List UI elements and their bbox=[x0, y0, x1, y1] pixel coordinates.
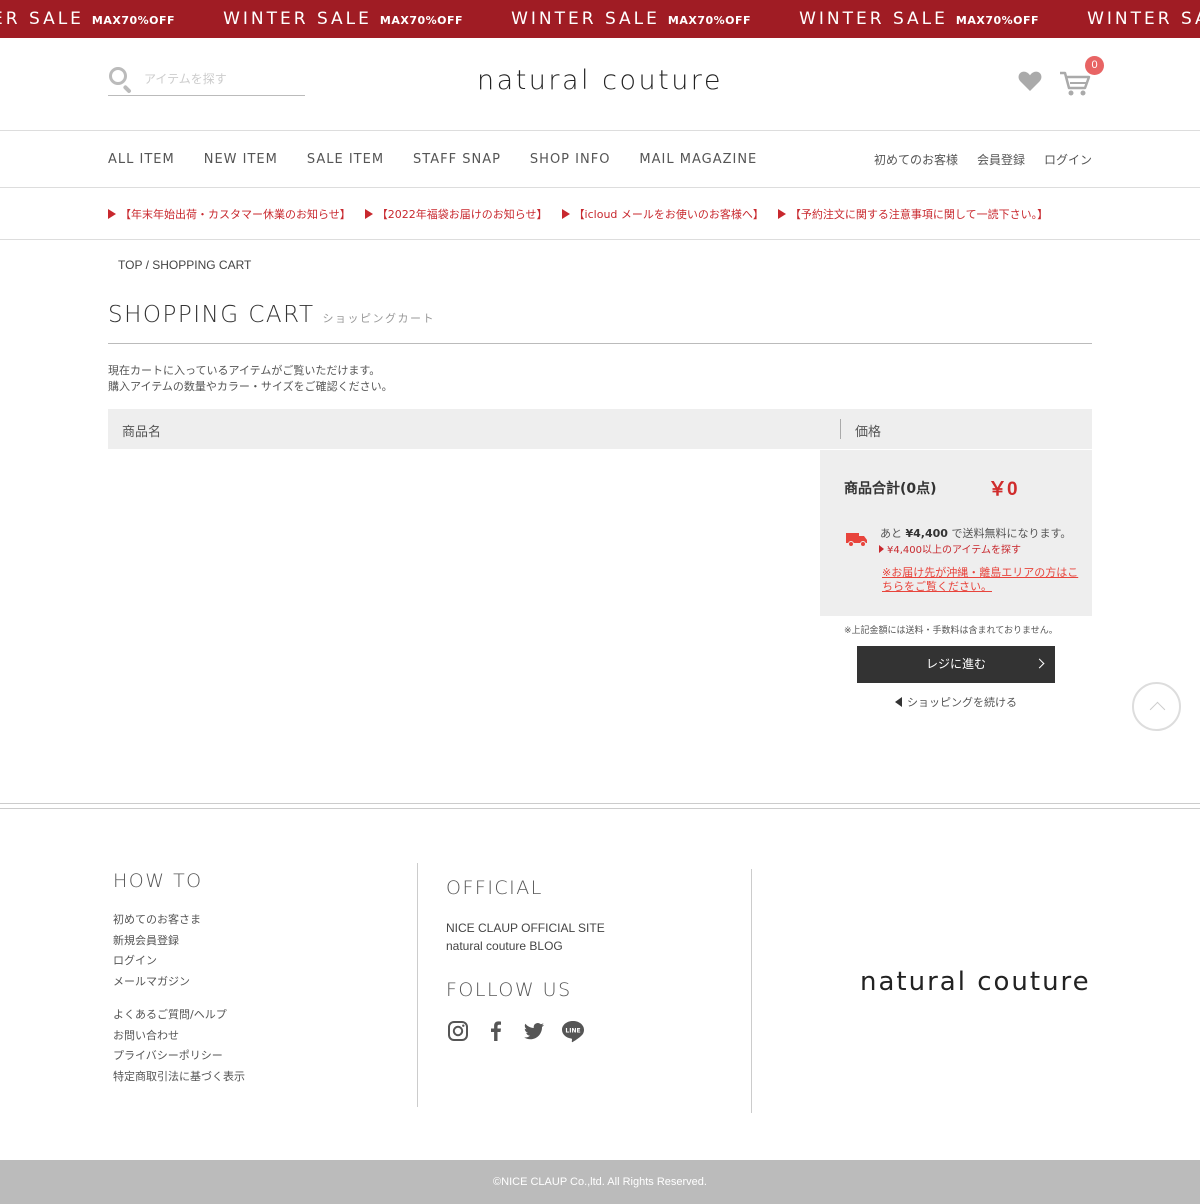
nav-shop-info[interactable]: SHOP INFO bbox=[530, 152, 611, 167]
footer-link-legal[interactable]: 特定商取引法に基づく表示 bbox=[113, 1067, 245, 1088]
footer-link-privacy[interactable]: プライバシーポリシー bbox=[113, 1046, 245, 1067]
nav-login[interactable]: ログイン bbox=[1044, 151, 1092, 168]
column-price: 価格 bbox=[855, 425, 882, 440]
total-label: 商品合計(0点) bbox=[844, 481, 937, 497]
triangle-right-icon bbox=[108, 209, 116, 219]
banner-item: ER SALE MAX70%OFF bbox=[0, 9, 176, 29]
notice-link[interactable]: 【予約注文に関する注意事項に関して一読下さい。】 bbox=[777, 206, 1048, 222]
chevron-up-icon bbox=[1149, 701, 1166, 718]
triangle-left-icon bbox=[895, 697, 902, 707]
copyright: ©NICE CLAUP Co.,ltd. All Rights Reserved… bbox=[0, 1160, 1200, 1204]
column-divider bbox=[840, 419, 841, 439]
footer-link-blog[interactable]: natural couture BLOG bbox=[446, 937, 605, 955]
free-shipping-items-link[interactable]: ¥4,400以上のアイテムを探す bbox=[879, 541, 1021, 556]
line-icon[interactable]: LINE bbox=[560, 1019, 584, 1043]
footer-link-contact[interactable]: お問い合わせ bbox=[113, 1026, 245, 1047]
footer-link-login[interactable]: ログイン bbox=[113, 951, 245, 972]
cart-icon[interactable] bbox=[1059, 68, 1091, 98]
heart-icon[interactable] bbox=[1017, 68, 1043, 94]
nav-staff-snap[interactable]: STAFF SNAP bbox=[413, 152, 501, 167]
banner-item: WINTER SALE MAX70%OFF bbox=[511, 9, 752, 29]
banner-item: WINTER SALEMA bbox=[1087, 9, 1200, 29]
page-subtitle: ショッピングカート bbox=[322, 312, 436, 325]
twitter-icon[interactable] bbox=[522, 1019, 546, 1043]
footer-official-heading: OFFICIAL bbox=[446, 877, 543, 899]
nav-sale-item[interactable]: SALE ITEM bbox=[307, 152, 384, 167]
footer-column-divider bbox=[751, 869, 752, 1113]
cart-count-badge: 0 bbox=[1085, 56, 1104, 75]
nav-mail-magazine[interactable]: MAIL MAGAZINE bbox=[639, 152, 757, 167]
svg-text:LINE: LINE bbox=[565, 1028, 580, 1035]
triangle-right-icon bbox=[561, 209, 570, 219]
footer-follow-heading: FOLLOW US bbox=[446, 979, 572, 1001]
footer-link-first-time[interactable]: 初めてのお客さま bbox=[113, 910, 245, 931]
banner-item: WINTER SALE MAX70%OFF bbox=[799, 9, 1040, 29]
main-nav: ALL ITEM NEW ITEM SALE ITEM STAFF SNAP S… bbox=[0, 131, 1200, 188]
footer-link-official-site[interactable]: NICE CLAUP OFFICIAL SITE bbox=[446, 919, 605, 937]
continue-shopping-link[interactable]: ショッピングを続ける bbox=[895, 694, 1017, 710]
footer-divider bbox=[0, 803, 1200, 809]
nav-first-time[interactable]: 初めてのお客様 bbox=[874, 151, 958, 168]
chevron-right-icon bbox=[1034, 658, 1045, 669]
page-title-block: SHOPPING CART ショッピングカート bbox=[108, 302, 1092, 344]
total-value: ￥0 bbox=[988, 479, 1018, 500]
footer-link-faq[interactable]: よくあるご質問/ヘルプ bbox=[113, 1005, 245, 1026]
sale-banner[interactable]: ER SALE MAX70%OFF WINTER SALE MAX70%OFF WI… bbox=[0, 0, 1200, 38]
cart-table-header: 商品名 価格 bbox=[108, 409, 1092, 449]
footer-link-register[interactable]: 新規会員登録 bbox=[113, 931, 245, 952]
notice-bar: 【年末年始出荷・カスタマー休業のお知らせ】 【2022年福袋お届けのお知らせ】 … bbox=[0, 188, 1200, 240]
okinawa-notice-link[interactable]: ※お届け先が沖縄・離島エリアの方はこちらをご覧ください。 bbox=[882, 566, 1082, 594]
checkout-button[interactable]: レジに進む bbox=[857, 646, 1055, 683]
breadcrumb[interactable]: TOP / SHOPPING CART bbox=[118, 258, 251, 272]
notice-link[interactable]: 【2022年福袋お届けのお知らせ】 bbox=[364, 206, 548, 222]
triangle-right-icon bbox=[364, 209, 373, 219]
footer-link-mail-magazine[interactable]: メールマガジン bbox=[113, 972, 245, 993]
footer-howto: HOW TO 初めてのお客さま 新規会員登録 ログイン メールマガジン よくある… bbox=[113, 870, 245, 1087]
triangle-right-icon bbox=[777, 209, 786, 219]
free-shipping-message: あと ¥4,400 で送料無料になります。 bbox=[880, 527, 1072, 540]
cart-summary: 商品合計(0点) ￥0 あと ¥4,400 で送料無料になります。 ¥4,400… bbox=[820, 450, 1092, 616]
banner-item: WINTER SALE MAX70%OFF bbox=[223, 9, 464, 29]
footer-logo[interactable]: natural couture bbox=[860, 967, 1091, 997]
tax-note: ※上記金額には送料・手数料は含まれておりません。 bbox=[844, 626, 1058, 636]
intro-text: 現在カートに入っているアイテムがご覧いただけます。 購入アイテムの数量やカラー・… bbox=[108, 364, 393, 393]
footer-official: OFFICIAL NICE CLAUP OFFICIAL SITE natura… bbox=[446, 877, 605, 1043]
instagram-icon[interactable] bbox=[446, 1019, 470, 1043]
truck-icon bbox=[846, 533, 867, 547]
footer-howto-heading: HOW TO bbox=[113, 870, 203, 892]
scroll-to-top-button[interactable] bbox=[1132, 682, 1181, 731]
triangle-right-icon bbox=[879, 544, 884, 553]
site-header: natural couture 0 bbox=[0, 38, 1200, 131]
column-product-name: 商品名 bbox=[122, 425, 162, 440]
nav-register[interactable]: 会員登録 bbox=[977, 151, 1025, 168]
social-links: LINE bbox=[446, 1019, 605, 1043]
footer-column-divider bbox=[417, 863, 418, 1107]
page-title: SHOPPING CART bbox=[108, 302, 315, 328]
notice-link[interactable]: 【年末年始出荷・カスタマー休業のお知らせ】 bbox=[108, 206, 351, 222]
nav-all-item[interactable]: ALL ITEM bbox=[108, 152, 175, 167]
facebook-icon[interactable] bbox=[484, 1019, 508, 1043]
nav-new-item[interactable]: NEW ITEM bbox=[204, 152, 278, 167]
notice-link[interactable]: 【icloud メールをお使いのお客様へ】 bbox=[561, 206, 764, 222]
